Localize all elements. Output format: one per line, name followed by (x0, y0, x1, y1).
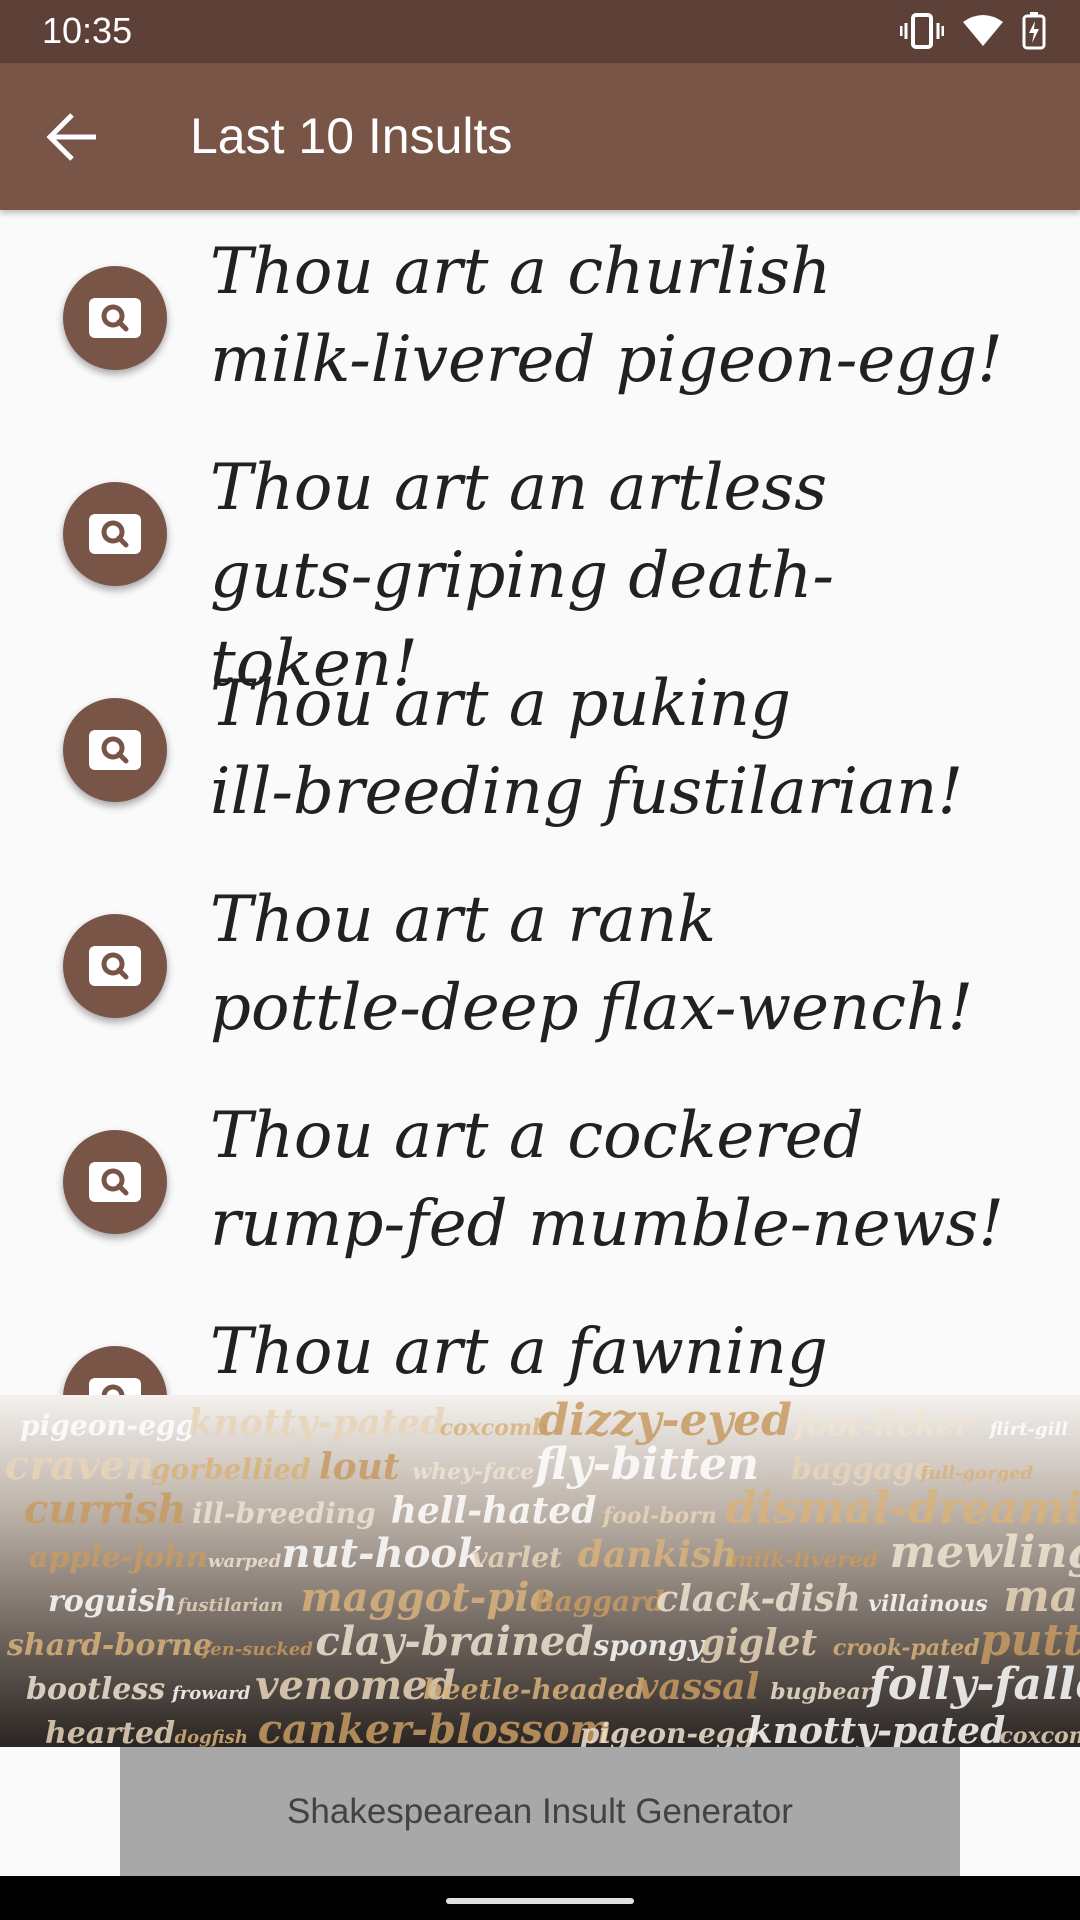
wordcloud-image: pigeon-eggknotty-patedcoxcombdizzy-eyed f… (0, 1395, 1080, 1747)
wordcloud-word: pigeon-egg (580, 1717, 755, 1747)
list-item: Thou art a churlish milk-livered pigeon-e… (0, 210, 1080, 426)
search-icon (89, 730, 141, 770)
wifi-icon (963, 15, 1003, 46)
wordcloud-word: bugbear (770, 1679, 873, 1705)
wordcloud-word: foot-licker (792, 1408, 972, 1443)
wordcloud-word: villainous (868, 1591, 988, 1617)
wordcloud-word: currish (24, 1486, 186, 1533)
page-title: Last 10 Insults (190, 108, 513, 164)
wordcloud-word: milk-livered (730, 1547, 878, 1573)
search-icon (89, 514, 141, 554)
wordcloud-word: knotty-pated (748, 1710, 1005, 1747)
insult-text: Thou art a churlish milk-livered pigeon-e… (210, 235, 1003, 397)
wordcloud-word: shard-borne (6, 1628, 212, 1663)
list-item: Thou art a cockered rump-fed mumble-news! (0, 1074, 1080, 1290)
wordcloud-word: froward (170, 1683, 251, 1704)
wordcloud-word: varlet (471, 1541, 562, 1574)
view-insult-button[interactable] (63, 698, 167, 802)
wordcloud-word: nut-hook (281, 1530, 484, 1577)
view-insult-button[interactable] (63, 266, 167, 370)
wordcloud-word: maggot-pie (300, 1574, 555, 1621)
wordcloud-word: haggard (534, 1585, 664, 1618)
arrow-back-icon (46, 113, 96, 161)
wordcloud-word: craven (5, 1442, 154, 1489)
wordcloud-word: clack-dish (656, 1578, 861, 1620)
list-item: Thou art a fawning (0, 1290, 1080, 1395)
wordcloud-word: crook-pated (833, 1635, 980, 1661)
insult-text: Thou art a cockered rump-fed mumble-news! (210, 1099, 1004, 1261)
status-icons (900, 12, 1046, 50)
wordcloud-word: coxcomb (999, 1723, 1080, 1747)
wordcloud-word: giglet (700, 1622, 818, 1664)
wordcloud-word: fustilarian (176, 1595, 284, 1616)
wordcloud-word: vassal (638, 1666, 760, 1708)
wordcloud-word: whey-face (412, 1459, 534, 1485)
insult-text: Thou art a fawning (210, 1315, 828, 1389)
insult-text: Thou art a puking ill-breeding fustilaria… (210, 667, 964, 829)
wordcloud-word: pigeon-egg (20, 1409, 195, 1442)
wordcloud-word: fen-sucked (201, 1639, 314, 1660)
app-bar: Last 10 Insults (0, 63, 1080, 210)
status-time: 10:35 (42, 10, 133, 51)
wordcloud-word: flirt-gill (988, 1419, 1068, 1440)
wordcloud-word: canker-blossom (258, 1706, 612, 1747)
insult-list[interactable]: Thou art a churlish milk-livered pigeon-e… (0, 210, 1080, 1395)
wordcloud-word: bootless (26, 1672, 165, 1707)
app-banner-button[interactable]: Shakespearean Insult Generator (120, 1747, 960, 1877)
home-gesture-handle[interactable] (446, 1898, 634, 1904)
bottom-area: pigeon-egg knotty-pated coxcomb dizzy-eyed f… (0, 1395, 1080, 1877)
view-insult-button[interactable] (63, 482, 167, 586)
navigation-bar (0, 1876, 1080, 1920)
wordcloud-word: knotty-pated (188, 1402, 445, 1444)
view-insult-button[interactable] (63, 914, 167, 1018)
wordcloud-word: baggage (791, 1452, 933, 1487)
wordcloud-word: lout (319, 1446, 400, 1488)
wordcloud-word: roguish (48, 1584, 177, 1619)
search-icon (89, 1162, 141, 1202)
wordcloud-word: ill-breeding (192, 1497, 376, 1530)
search-icon (89, 298, 141, 338)
status-bar: 10:35 (0, 0, 1080, 63)
wordcloud-word: folly-fallen (866, 1659, 1080, 1710)
wordcloud-word: beetle-headed (423, 1673, 645, 1706)
wordcloud-word: warped (208, 1551, 282, 1572)
vibrate-icon (900, 13, 944, 49)
view-insult-button[interactable] (63, 1130, 167, 1234)
battery-charging-icon (1022, 12, 1046, 50)
list-item: Thou art a rank pottle-deep flax-wench! (0, 858, 1080, 1074)
wordcloud-word: spongy (593, 1629, 706, 1662)
wordcloud-word: apple-john (29, 1540, 208, 1575)
list-item: Thou art a puking ill-breeding fustilaria… (0, 642, 1080, 858)
view-insult-button[interactable] (63, 1346, 167, 1395)
insult-text: Thou art a rank pottle-deep flax-wench! (210, 883, 974, 1045)
wordcloud-word: coxcomb (440, 1415, 548, 1441)
wordcloud-word: hell-hated (391, 1490, 597, 1532)
wordcloud-word: hearted (45, 1716, 175, 1747)
wordcloud-word: dogfish (175, 1727, 249, 1747)
search-icon (89, 946, 141, 986)
wordcloud-word: clay-brained (316, 1618, 594, 1665)
back-button[interactable] (44, 111, 104, 163)
list-item: Thou art an artless guts-griping death-to… (0, 426, 1080, 701)
search-icon (89, 1378, 141, 1395)
wordcloud-word: dankish (578, 1534, 738, 1576)
wordcloud-word: fool-born (601, 1503, 717, 1529)
wordcloud-word: full-gorged (919, 1463, 1034, 1484)
wordcloud-word: gorbellied (151, 1453, 311, 1486)
